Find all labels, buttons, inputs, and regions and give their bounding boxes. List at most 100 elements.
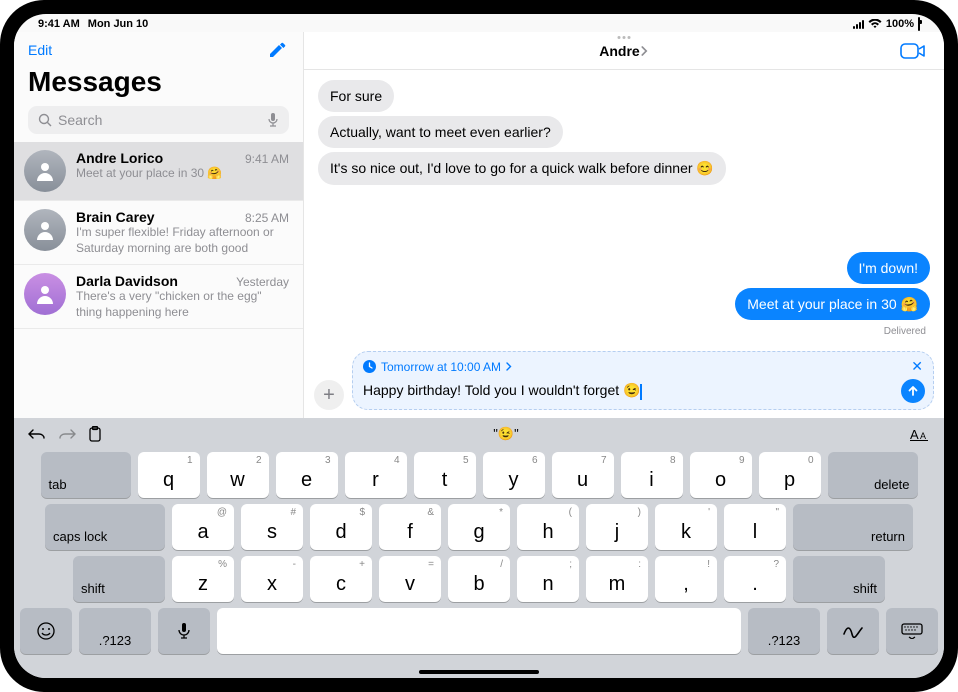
avatar xyxy=(24,273,66,315)
message-bubble-outgoing[interactable]: I'm down! xyxy=(847,252,930,284)
key-.[interactable]: .? xyxy=(724,556,786,602)
key-hide-keyboard[interactable] xyxy=(886,608,938,654)
key-k[interactable]: k' xyxy=(655,504,717,550)
screen: 9:41 AM Mon Jun 10 100% Edit xyxy=(14,14,944,678)
facetime-button[interactable] xyxy=(900,42,926,60)
key-c[interactable]: c+ xyxy=(310,556,372,602)
messages-scroll[interactable]: For sure Actually, want to meet even ear… xyxy=(304,70,944,347)
conv-preview: There's a very "chicken or the egg" thin… xyxy=(76,289,289,320)
key-n[interactable]: n; xyxy=(517,556,579,602)
key-u[interactable]: u7 xyxy=(552,452,614,498)
key-f[interactable]: f& xyxy=(379,504,441,550)
message-bubble-outgoing[interactable]: Meet at your place in 30 🤗 xyxy=(735,288,930,320)
text-format-button[interactable]: AA xyxy=(910,427,930,441)
key-y[interactable]: y6 xyxy=(483,452,545,498)
conv-name: Brain Carey xyxy=(76,209,155,225)
compose-area: + Tomorrow at 10:00 AM ✕ Happy birthday!… xyxy=(314,351,934,410)
conv-time: Yesterday xyxy=(236,275,289,289)
search-input[interactable]: Search xyxy=(28,106,289,134)
key-a[interactable]: a@ xyxy=(172,504,234,550)
key-d[interactable]: d$ xyxy=(310,504,372,550)
key-r[interactable]: r4 xyxy=(345,452,407,498)
key-capslock[interactable]: caps lock xyxy=(45,504,165,550)
message-bubble-incoming[interactable]: For sure xyxy=(318,80,394,112)
home-indicator[interactable] xyxy=(419,670,539,674)
suggestion-button[interactable]: "😉" xyxy=(493,426,518,442)
key-numeric-right[interactable]: .?123 xyxy=(748,608,820,654)
key-o[interactable]: o9 xyxy=(690,452,752,498)
reminder-label: Tomorrow at 10:00 AM xyxy=(381,360,501,374)
key-i[interactable]: i8 xyxy=(621,452,683,498)
key-t[interactable]: t5 xyxy=(414,452,476,498)
edit-button[interactable]: Edit xyxy=(28,42,52,58)
avatar xyxy=(24,150,66,192)
send-button[interactable] xyxy=(901,379,925,403)
search-placeholder: Search xyxy=(58,112,261,128)
key-m[interactable]: m: xyxy=(586,556,648,602)
message-bubble-incoming[interactable]: Actually, want to meet even earlier? xyxy=(318,116,563,148)
dictate-icon[interactable] xyxy=(267,112,279,128)
key-e[interactable]: e3 xyxy=(276,452,338,498)
redo-button[interactable] xyxy=(58,427,76,441)
key-v[interactable]: v= xyxy=(379,556,441,602)
key-return[interactable]: return xyxy=(793,504,913,550)
key-j[interactable]: j) xyxy=(586,504,648,550)
chevron-right-icon xyxy=(506,362,512,371)
contact-name-button[interactable]: Andre xyxy=(599,43,648,59)
contact-name: Andre xyxy=(599,43,639,59)
key-s[interactable]: s# xyxy=(241,504,303,550)
key-,[interactable]: ,! xyxy=(655,556,717,602)
conversation-item[interactable]: Andre Lorico9:41 AM Meet at your place i… xyxy=(14,142,303,201)
main-panel: Andre For sure Actually, want to meet ev… xyxy=(304,32,944,418)
delivered-label: Delivered xyxy=(884,326,926,337)
key-shift-left[interactable]: shift xyxy=(73,556,165,602)
compose-draft-text: Happy birthday! Told you I wouldn't forg… xyxy=(363,382,640,398)
conversation-item[interactable]: Brain Carey8:25 AM I'm super flexible! F… xyxy=(14,201,303,265)
key-h[interactable]: h( xyxy=(517,504,579,550)
key-tab[interactable]: tab xyxy=(41,452,131,498)
sidebar: Edit Messages Search Andre Lorico9:41 xyxy=(14,32,304,418)
svg-text:A: A xyxy=(920,431,926,441)
conversation-list: Andre Lorico9:41 AM Meet at your place i… xyxy=(14,142,303,418)
key-q[interactable]: q1 xyxy=(138,452,200,498)
key-space[interactable] xyxy=(217,608,741,654)
message-bubble-incoming[interactable]: It's so nice out, I'd love to go for a q… xyxy=(318,152,726,184)
key-emoji[interactable] xyxy=(20,608,72,654)
status-date: Mon Jun 10 xyxy=(88,18,149,30)
svg-text:A: A xyxy=(910,427,919,441)
status-bar: 9:41 AM Mon Jun 10 100% xyxy=(14,14,944,32)
reminder-close-button[interactable]: ✕ xyxy=(911,358,923,375)
compose-bubble[interactable]: Tomorrow at 10:00 AM ✕ Happy birthday! T… xyxy=(352,351,934,410)
avatar xyxy=(24,209,66,251)
battery-icon xyxy=(918,18,920,30)
keyboard: "😉" AA tab q1w2e3r4t5y6u7i8o9p0delete ca… xyxy=(14,418,944,678)
key-l[interactable]: l" xyxy=(724,504,786,550)
compose-input[interactable]: Happy birthday! Told you I wouldn't forg… xyxy=(361,380,895,401)
key-numeric-left[interactable]: .?123 xyxy=(79,608,151,654)
conversation-item[interactable]: Darla DavidsonYesterday There's a very "… xyxy=(14,265,303,329)
key-delete[interactable]: delete xyxy=(828,452,918,498)
key-b[interactable]: b/ xyxy=(448,556,510,602)
conv-time: 8:25 AM xyxy=(245,211,289,225)
key-g[interactable]: g* xyxy=(448,504,510,550)
reminder-chip[interactable]: Tomorrow at 10:00 AM xyxy=(363,360,512,374)
search-icon xyxy=(38,113,52,127)
key-p[interactable]: p0 xyxy=(759,452,821,498)
grabber-icon[interactable] xyxy=(618,36,631,39)
compose-button[interactable] xyxy=(265,38,289,62)
plus-button[interactable]: + xyxy=(314,380,344,410)
status-time: 9:41 AM xyxy=(38,18,80,30)
page-title: Messages xyxy=(14,64,303,106)
device-frame: 9:41 AM Mon Jun 10 100% Edit xyxy=(0,0,958,692)
conv-time: 9:41 AM xyxy=(245,152,289,166)
undo-button[interactable] xyxy=(28,427,46,441)
key-x[interactable]: x- xyxy=(241,556,303,602)
key-dictate[interactable] xyxy=(158,608,210,654)
conv-preview: Meet at your place in 30 🤗 xyxy=(76,166,289,182)
key-handwriting[interactable] xyxy=(827,608,879,654)
key-z[interactable]: z% xyxy=(172,556,234,602)
key-w[interactable]: w2 xyxy=(207,452,269,498)
key-shift-right[interactable]: shift xyxy=(793,556,885,602)
signal-icon xyxy=(853,20,864,29)
clipboard-button[interactable] xyxy=(88,426,102,442)
